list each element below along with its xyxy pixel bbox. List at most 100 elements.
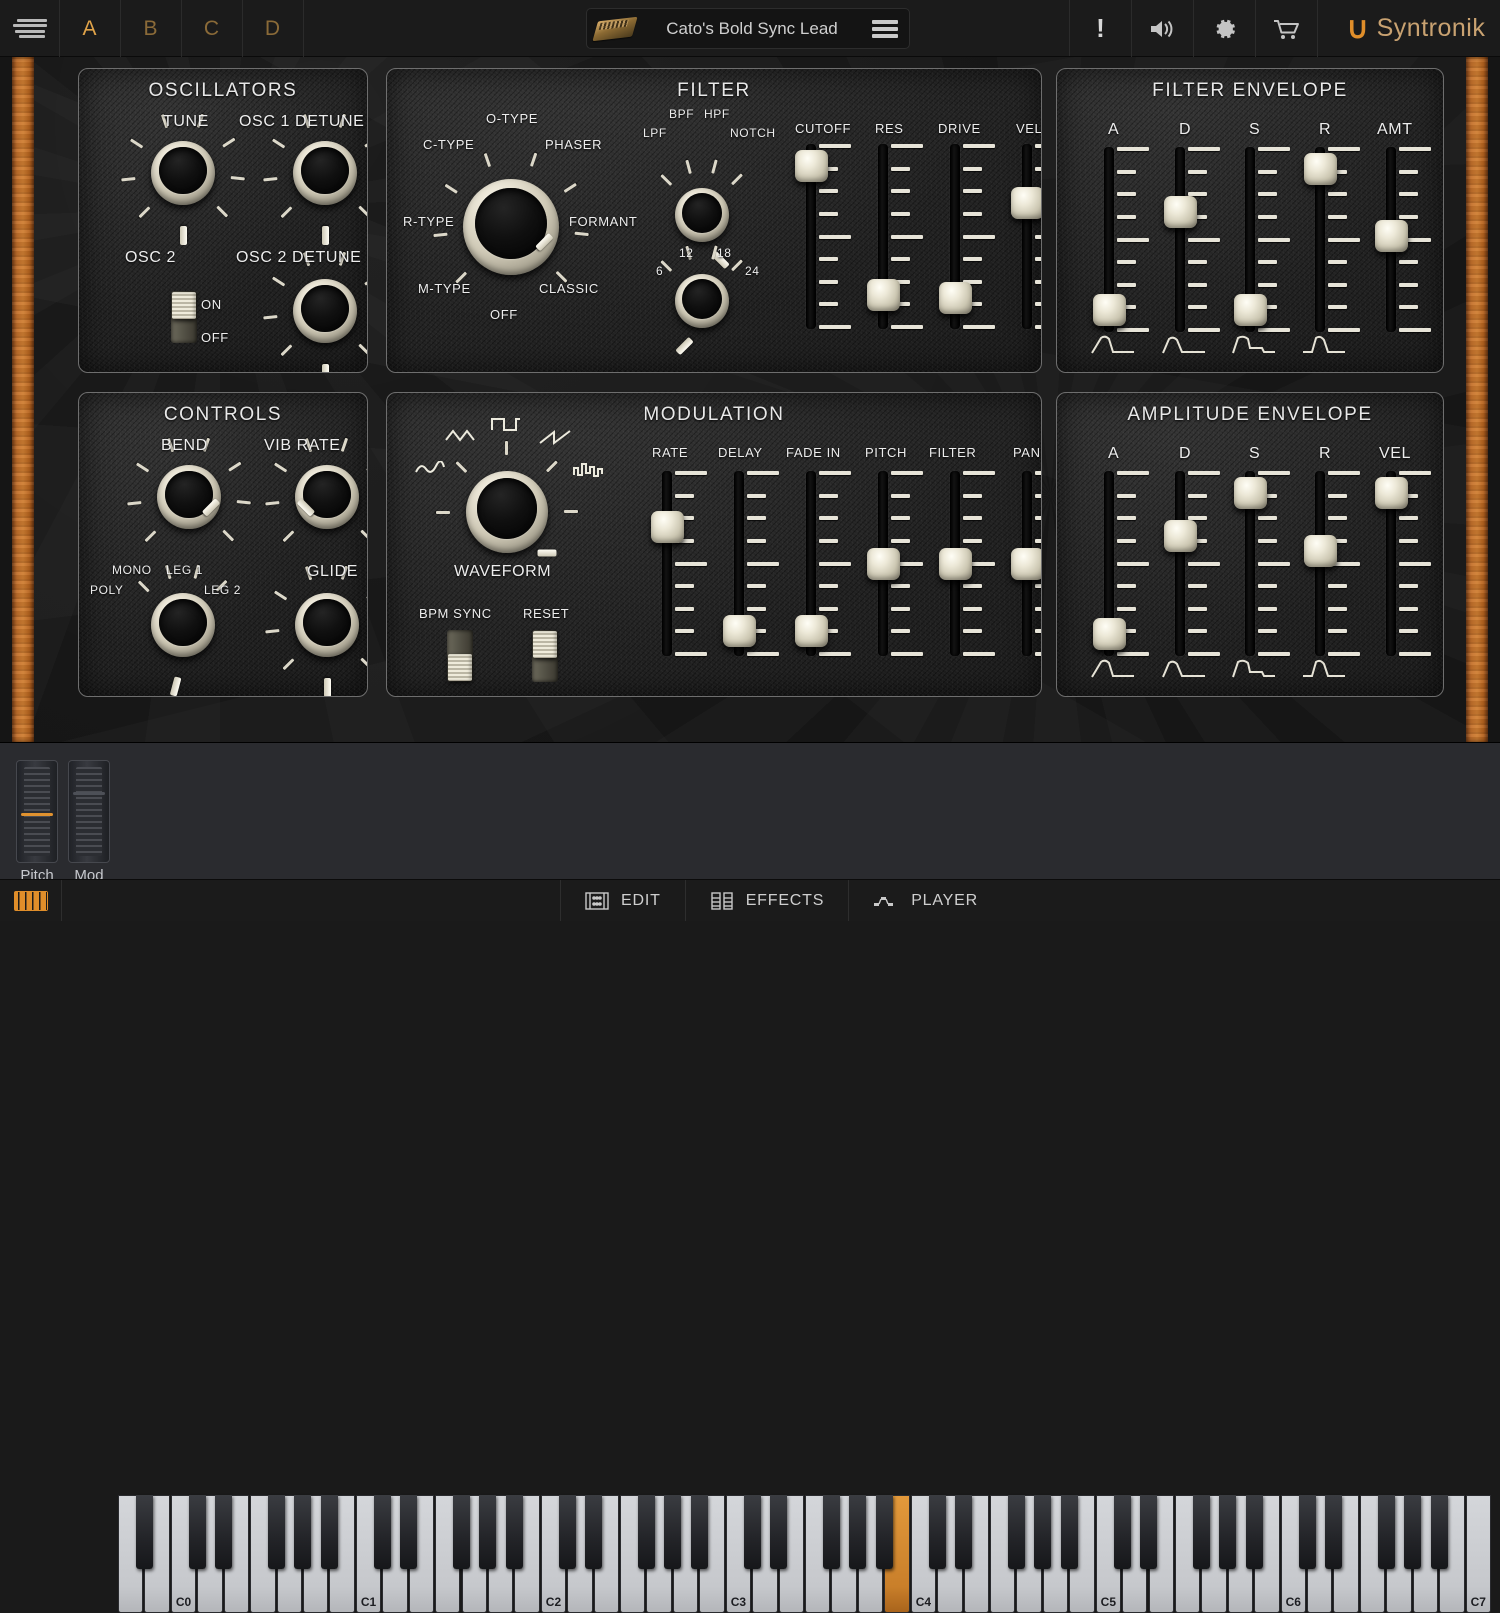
knob-glide[interactable] [295, 593, 359, 657]
piano-black-key[interactable] [321, 1495, 338, 1569]
main-menu-button[interactable] [0, 0, 60, 57]
switch-bpm-sync[interactable] [447, 630, 473, 682]
knob-filter-mode[interactable] [675, 188, 729, 242]
piano-black-key[interactable] [1219, 1495, 1236, 1569]
slider-fenv-r[interactable] [1308, 147, 1360, 332]
preset-browser[interactable]: Cato's Bold Sync Lead [586, 8, 910, 49]
piano-black-key[interactable] [1008, 1495, 1025, 1569]
knob-lfo-waveform[interactable] [466, 471, 548, 553]
settings-button[interactable] [1194, 0, 1256, 57]
slider-handle[interactable] [1375, 477, 1408, 509]
mod-wheel[interactable] [68, 760, 110, 863]
slider-handle[interactable] [1234, 294, 1267, 326]
alert-button[interactable]: ! [1070, 0, 1132, 57]
tab-player[interactable]: PLAYER [848, 880, 1002, 921]
piano-black-key[interactable] [1378, 1495, 1395, 1569]
slider-aenv-a[interactable] [1097, 471, 1149, 656]
piano-black-key[interactable] [770, 1495, 787, 1569]
tab-effects[interactable]: EFFECTS [685, 880, 849, 921]
knob-bend[interactable] [157, 465, 221, 529]
piano-black-key[interactable] [479, 1495, 496, 1569]
slider-aenv-vel[interactable] [1379, 471, 1431, 656]
slider-handle[interactable] [1011, 187, 1042, 219]
slider-handle[interactable] [939, 548, 972, 580]
slider-handle[interactable] [723, 615, 756, 647]
piano-black-key[interactable] [215, 1495, 232, 1569]
slider-drive[interactable] [943, 144, 995, 329]
piano-black-key[interactable] [1325, 1495, 1342, 1569]
slider-mod-pitch[interactable] [871, 471, 923, 656]
slider-fenv-amt[interactable] [1379, 147, 1431, 332]
slider-mod-rate[interactable] [655, 471, 707, 656]
knob-voice-mode[interactable] [151, 593, 215, 657]
slider-handle[interactable] [1375, 220, 1408, 252]
knob-filter-type[interactable] [463, 179, 559, 275]
piano-black-key[interactable] [294, 1495, 311, 1569]
slider-filter-vel[interactable] [1015, 144, 1042, 329]
slider-handle[interactable] [795, 150, 828, 182]
part-button-c[interactable]: C [182, 0, 243, 57]
tab-edit[interactable]: EDIT [560, 880, 685, 921]
slider-handle[interactable] [1093, 618, 1126, 650]
piano-black-key[interactable] [849, 1495, 866, 1569]
piano-black-key[interactable] [664, 1495, 681, 1569]
part-button-d[interactable]: D [243, 0, 304, 57]
slider-cutoff[interactable] [799, 144, 851, 329]
slider-handle[interactable] [795, 615, 828, 647]
slider-track[interactable] [1175, 147, 1185, 332]
piano-black-key[interactable] [1404, 1495, 1421, 1569]
slider-track[interactable] [1175, 471, 1185, 656]
keyboard-toggle-button[interactable] [0, 880, 62, 921]
switch-osc2[interactable] [171, 291, 197, 343]
piano-black-key[interactable] [374, 1495, 391, 1569]
piano-black-key[interactable] [400, 1495, 417, 1569]
slider-handle[interactable] [867, 279, 900, 311]
slider-handle[interactable] [1011, 548, 1042, 580]
knob-filter-slope[interactable] [675, 274, 729, 328]
slider-handle[interactable] [1093, 294, 1126, 326]
slider-handle[interactable] [1304, 535, 1337, 567]
slider-handle[interactable] [1234, 477, 1267, 509]
piano-black-key[interactable] [955, 1495, 972, 1569]
slider-mod-pan[interactable] [1015, 471, 1042, 656]
slider-aenv-s[interactable] [1238, 471, 1290, 656]
slider-handle[interactable] [867, 548, 900, 580]
part-button-b[interactable]: B [121, 0, 182, 57]
piano-black-key[interactable] [1299, 1495, 1316, 1569]
slider-fenv-a[interactable] [1097, 147, 1149, 332]
piano-black-key[interactable] [929, 1495, 946, 1569]
piano-black-key[interactable] [1246, 1495, 1263, 1569]
slider-res[interactable] [871, 144, 923, 329]
slider-fenv-s[interactable] [1238, 147, 1290, 332]
slider-mod-fade-in[interactable] [799, 471, 851, 656]
piano-black-key[interactable] [744, 1495, 761, 1569]
slider-handle[interactable] [1304, 153, 1337, 185]
piano-black-key[interactable] [136, 1495, 153, 1569]
slider-aenv-d[interactable] [1168, 471, 1220, 656]
slider-aenv-r[interactable] [1308, 471, 1360, 656]
piano-black-key[interactable] [268, 1495, 285, 1569]
slider-track[interactable] [662, 471, 672, 656]
knob-osc2-detune[interactable] [293, 279, 357, 343]
piano-black-key[interactable] [585, 1495, 602, 1569]
knob-vib-rate[interactable] [295, 465, 359, 529]
volume-button[interactable] [1132, 0, 1194, 57]
piano-white-key[interactable]: C7 [1466, 1495, 1491, 1613]
piano-black-key[interactable] [876, 1495, 893, 1569]
piano-black-key[interactable] [1431, 1495, 1448, 1569]
piano-black-key[interactable] [638, 1495, 655, 1569]
piano-black-key[interactable] [189, 1495, 206, 1569]
knob-osc1-detune[interactable] [293, 141, 357, 205]
piano-black-key[interactable] [1034, 1495, 1051, 1569]
piano-black-key[interactable] [1140, 1495, 1157, 1569]
knob-tune[interactable] [151, 141, 215, 205]
preset-list-button[interactable] [861, 20, 909, 38]
slider-track[interactable] [1022, 144, 1032, 329]
slider-handle[interactable] [939, 282, 972, 314]
slider-fenv-d[interactable] [1168, 147, 1220, 332]
piano-black-key[interactable] [1114, 1495, 1131, 1569]
slider-mod-filter[interactable] [943, 471, 995, 656]
shop-button[interactable] [1256, 0, 1318, 57]
piano-black-key[interactable] [559, 1495, 576, 1569]
slider-handle[interactable] [1164, 520, 1197, 552]
